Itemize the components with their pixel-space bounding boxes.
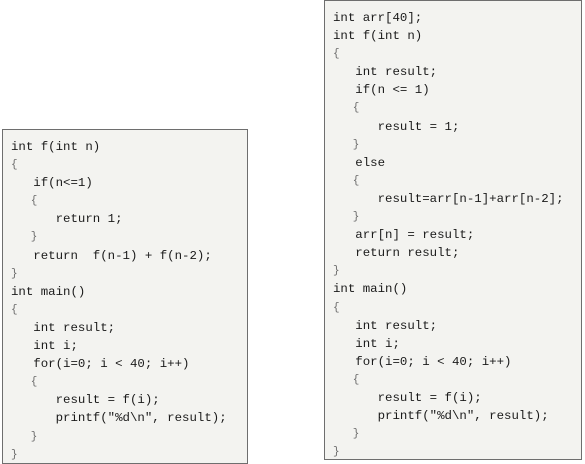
left-code-line: return 1;: [11, 212, 123, 227]
left-code-line: }: [11, 448, 18, 461]
right-code-line: {: [333, 102, 360, 115]
left-code-line: if(n<=1): [11, 176, 93, 191]
left-code-line: for(i=0; i < 40; i++): [11, 357, 190, 372]
memoized-fibonacci-code-block: int arr[40]; int f(int n) { int result; if…: [324, 0, 582, 460]
right-code-line: printf("%d\n", result);: [333, 409, 549, 424]
right-code-line: int arr[40];: [333, 11, 423, 25]
right-code-line: int i;: [333, 336, 400, 351]
right-code-line: int main(): [333, 282, 408, 297]
left-code-line: int result;: [11, 320, 116, 335]
left-code-line: int i;: [11, 339, 78, 354]
right-code-line: return result;: [333, 246, 460, 261]
left-code-line: return f(n-1) + f(n-2);: [11, 248, 212, 263]
right-code-line: int f(int n): [333, 29, 423, 44]
left-code-line: }: [11, 267, 18, 280]
right-code-line: if(n <= 1): [333, 83, 430, 98]
left-code-line: {: [11, 195, 38, 208]
right-code-line: }: [333, 446, 340, 459]
right-code-line: {: [333, 174, 360, 187]
right-code-line: for(i=0; i < 40; i++): [333, 354, 512, 369]
right-code-line: }: [333, 428, 360, 441]
left-code-line: {: [11, 303, 18, 316]
left-code-line: printf("%d\n", result);: [11, 411, 227, 426]
left-code-line: int f(int n): [11, 140, 101, 154]
right-code-line: {: [333, 373, 360, 386]
left-code-line: int main(): [11, 284, 86, 299]
right-code-line: else: [333, 155, 386, 170]
right-code-line: }: [333, 211, 360, 224]
right-code-line: arr[n] = result;: [333, 228, 475, 243]
right-code-line: result = f(i);: [333, 390, 482, 405]
right-code-line: int result;: [333, 65, 438, 80]
right-code-line: {: [333, 48, 340, 61]
right-code-line: }: [333, 138, 360, 151]
left-code-line: {: [11, 376, 38, 389]
right-code-line: }: [333, 265, 340, 278]
left-code-line: result = f(i);: [11, 393, 160, 408]
right-code-line: int result;: [333, 318, 438, 333]
right-code-line: {: [333, 301, 340, 314]
right-code-line: result=arr[n-1]+arr[n-2];: [333, 191, 564, 206]
right-code-line: result = 1;: [333, 119, 460, 134]
left-code-line: }: [11, 430, 38, 443]
recursive-fibonacci-code-block: int f(int n) { if(n<=1) { return 1; } ret…: [2, 129, 248, 464]
left-code-line: }: [11, 231, 38, 244]
left-code-line: {: [11, 159, 18, 172]
